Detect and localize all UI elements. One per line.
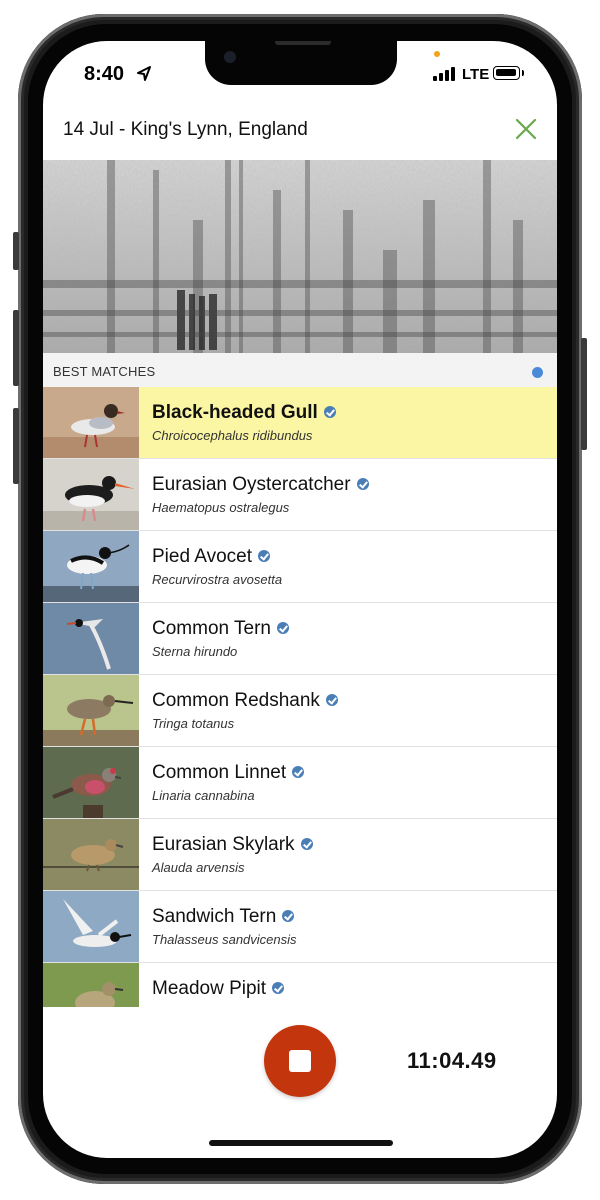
verified-icon bbox=[282, 909, 295, 922]
recording-timer: 11:04.49 bbox=[407, 1048, 497, 1073]
match-row[interactable]: Meadow Pipit bbox=[43, 963, 557, 1007]
common-name: Eurasian Oystercatcher bbox=[152, 474, 369, 496]
match-row[interactable]: Black-headed Gull Chroicocephalus ridibu… bbox=[43, 387, 557, 459]
status-time: 8:40 bbox=[84, 63, 125, 85]
verified-icon bbox=[292, 765, 305, 778]
scientific-name: Thalasseus sandvicensis bbox=[152, 932, 297, 947]
scientific-name: Alauda arvensis bbox=[152, 860, 245, 875]
bird-photo bbox=[43, 963, 139, 1007]
battery-icon bbox=[493, 66, 524, 80]
bird-photo bbox=[43, 531, 139, 602]
bird-photo bbox=[43, 387, 139, 458]
common-name: Black-headed Gull bbox=[152, 402, 336, 424]
bird-photo bbox=[43, 675, 139, 746]
verified-icon bbox=[325, 693, 338, 706]
match-row[interactable]: Common Redshank Tringa totanus bbox=[43, 675, 557, 747]
stop-icon bbox=[289, 1050, 311, 1072]
bird-photo bbox=[43, 747, 139, 818]
mic-in-use-indicator bbox=[434, 51, 440, 57]
verified-icon bbox=[356, 477, 369, 490]
match-row[interactable]: Eurasian Skylark Alauda arvensis bbox=[43, 819, 557, 891]
best-matches-header: BEST MATCHES bbox=[43, 353, 557, 387]
stop-recording-button[interactable] bbox=[264, 1025, 336, 1097]
match-row[interactable]: Eurasian Oystercatcher Haematopus ostral… bbox=[43, 459, 557, 531]
verified-icon bbox=[300, 837, 313, 850]
common-name: Common Redshank bbox=[152, 690, 338, 712]
scientific-name: Recurvirostra avosetta bbox=[152, 572, 283, 587]
verified-icon bbox=[323, 405, 336, 418]
front-camera bbox=[224, 51, 236, 63]
match-row[interactable]: Common Tern Sterna hirundo bbox=[43, 603, 557, 675]
common-name: Meadow Pipit bbox=[152, 978, 285, 1000]
volume-down-button bbox=[13, 408, 19, 484]
power-button bbox=[581, 338, 587, 450]
match-row[interactable]: Sandwich Tern Thalasseus sandvicensis bbox=[43, 891, 557, 963]
location-arrow-icon bbox=[137, 66, 151, 81]
match-row[interactable]: Common Linnet Linaria cannabina bbox=[43, 747, 557, 819]
close-icon[interactable] bbox=[513, 116, 539, 142]
bird-photo bbox=[43, 603, 139, 674]
cellular-signal-icon bbox=[433, 67, 457, 81]
verified-icon bbox=[272, 981, 285, 994]
bird-photo bbox=[43, 459, 139, 530]
speaker-grille bbox=[275, 41, 331, 45]
common-name: Sandwich Tern bbox=[152, 906, 295, 928]
bird-photo bbox=[43, 819, 139, 890]
spectrogram-image bbox=[43, 160, 557, 353]
common-name: Pied Avocet bbox=[152, 546, 271, 568]
notch bbox=[205, 41, 397, 85]
matches-list[interactable]: Black-headed Gull Chroicocephalus ridibu… bbox=[43, 387, 557, 1007]
volume-up-button bbox=[13, 310, 19, 386]
scientific-name: Tringa totanus bbox=[152, 716, 235, 731]
scientific-name: Linaria cannabina bbox=[152, 788, 255, 803]
home-indicator[interactable] bbox=[209, 1140, 393, 1146]
scientific-name: Haematopus ostralegus bbox=[152, 500, 290, 515]
verified-icon bbox=[276, 621, 289, 634]
recording-title: 14 Jul - King's Lynn, England bbox=[63, 119, 308, 140]
verified-icon bbox=[258, 549, 271, 562]
side-button bbox=[13, 232, 19, 270]
common-name: Common Tern bbox=[152, 618, 289, 640]
match-row[interactable]: Pied Avocet Recurvirostra avosetta bbox=[43, 531, 557, 603]
section-label: BEST MATCHES bbox=[53, 364, 156, 379]
common-name: Common Linnet bbox=[152, 762, 305, 784]
live-indicator-dot bbox=[532, 367, 543, 378]
common-name: Eurasian Skylark bbox=[152, 834, 313, 856]
network-label: LTE bbox=[462, 66, 490, 83]
scientific-name: Sterna hirundo bbox=[152, 644, 238, 659]
bird-photo bbox=[43, 891, 139, 962]
scientific-name: Chroicocephalus ridibundus bbox=[152, 428, 313, 443]
app-screen: 8:40 LTE 14 Jul - King's Lynn, England B… bbox=[43, 41, 557, 1158]
